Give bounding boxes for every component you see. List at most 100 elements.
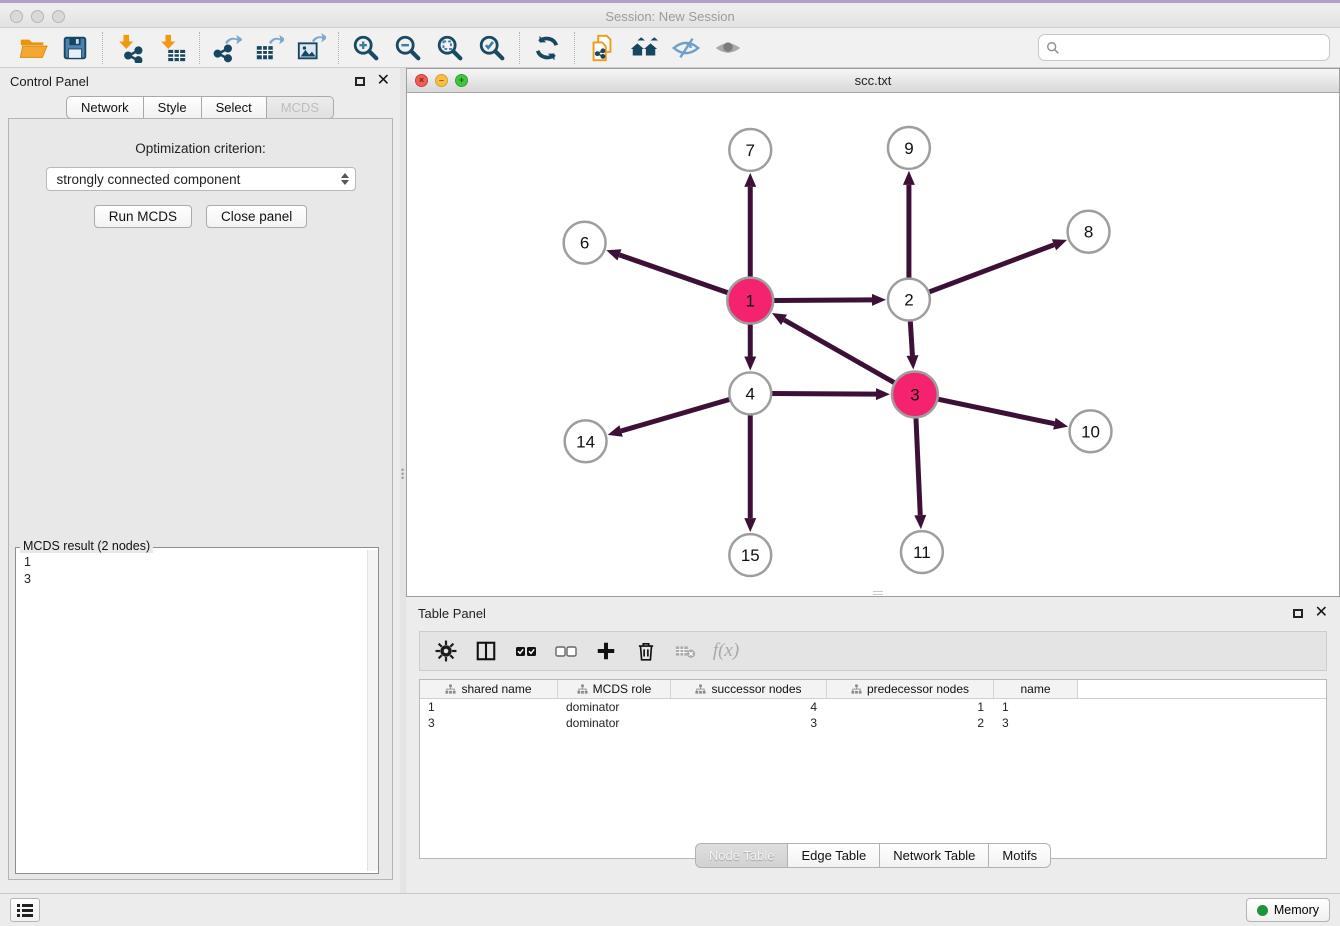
search-icon — [1046, 41, 1060, 55]
network-frame-title: scc.txt — [855, 73, 892, 88]
hide-selected-eye-icon[interactable] — [665, 30, 707, 66]
svg-text:3: 3 — [910, 385, 919, 404]
graph-node-3[interactable]: 3 — [892, 371, 938, 417]
toolbar-separator — [519, 32, 520, 64]
export-table-icon[interactable] — [248, 30, 290, 66]
tab-select[interactable]: Select — [202, 96, 267, 119]
svg-text:4: 4 — [746, 384, 755, 403]
column-header-successor-nodes[interactable]: successor nodes — [671, 680, 827, 698]
open-folder-icon[interactable] — [12, 30, 54, 66]
attribute-type-icon — [445, 684, 456, 695]
mcds-panel-body: Optimization criterion: strongly connect… — [8, 118, 393, 880]
optimization-criterion-dropdown[interactable]: strongly connected component — [46, 167, 356, 191]
tab-network-table[interactable]: Network Table — [880, 843, 989, 868]
settings-gear-icon[interactable] — [428, 635, 464, 667]
save-icon[interactable] — [54, 30, 96, 66]
mcds-result-item: 1 — [24, 554, 370, 571]
cell-successor-nodes[interactable]: 3 — [671, 715, 827, 731]
float-panel-icon[interactable] — [1293, 609, 1303, 618]
cell-predecessor-nodes[interactable]: 2 — [827, 715, 994, 731]
tab-edge-table[interactable]: Edge Table — [788, 843, 880, 868]
first-neighbors-icon[interactable] — [623, 30, 665, 66]
graph-node-2[interactable]: 2 — [888, 279, 930, 321]
delete-column-trash-icon[interactable] — [628, 635, 664, 667]
select-all-columns-icon[interactable] — [508, 635, 544, 667]
column-header-mcds-role[interactable]: MCDS role — [558, 680, 671, 698]
add-column-icon[interactable] — [588, 635, 624, 667]
frame-close-button[interactable]: × — [415, 74, 428, 87]
svg-text:9: 9 — [904, 139, 913, 158]
split-panel-icon[interactable] — [468, 635, 504, 667]
close-panel-button[interactable]: Close panel — [206, 205, 307, 228]
tab-style[interactable]: Style — [144, 96, 202, 119]
graph-node-9[interactable]: 9 — [888, 127, 930, 169]
column-header-predecessor-nodes[interactable]: predecessor nodes — [827, 680, 994, 698]
function-builder-icon[interactable]: f(x) — [708, 635, 744, 667]
column-header-shared-name[interactable]: shared name — [420, 680, 558, 698]
tab-node-table[interactable]: Node Table — [695, 843, 789, 868]
zoom-selected-icon[interactable] — [471, 30, 513, 66]
import-table-icon[interactable] — [151, 30, 193, 66]
copy-style-icon[interactable] — [581, 30, 623, 66]
cell-shared-name[interactable]: 3 — [420, 715, 558, 731]
column-header-filler — [1078, 680, 1326, 698]
table-row[interactable]: 3 dominator 3 2 3 — [420, 715, 1326, 731]
graph-node-6[interactable]: 6 — [564, 222, 606, 264]
table-row[interactable]: 1 dominator 4 1 1 — [420, 699, 1326, 715]
graph-node-10[interactable]: 10 — [1070, 410, 1112, 452]
graph-node-14[interactable]: 14 — [565, 420, 607, 462]
control-panel-tabs: Network Style Select MCDS — [0, 96, 400, 119]
table-panel: Table Panel ✕ — [406, 597, 1340, 906]
cell-successor-nodes[interactable]: 4 — [671, 699, 827, 715]
show-all-eye-icon[interactable] — [707, 30, 749, 66]
mcds-result-box: MCDS result (2 nodes) 1 3 — [15, 547, 379, 874]
frame-maximize-button[interactable]: + — [455, 74, 468, 87]
search-field[interactable] — [1038, 34, 1330, 61]
tab-mcds[interactable]: MCDS — [267, 96, 334, 119]
cell-name[interactable]: 3 — [994, 715, 1078, 731]
graph-node-11[interactable]: 11 — [901, 531, 943, 573]
graph-node-8[interactable]: 8 — [1068, 211, 1110, 253]
export-image-icon[interactable] — [290, 30, 332, 66]
result-scrollbar[interactable] — [367, 550, 378, 871]
import-network-icon[interactable] — [109, 30, 151, 66]
list-icon — [16, 903, 34, 917]
cell-predecessor-nodes[interactable]: 1 — [827, 699, 994, 715]
zoom-fit-icon[interactable] — [429, 30, 471, 66]
memory-button[interactable]: Memory — [1246, 898, 1330, 922]
cell-shared-name[interactable]: 1 — [420, 699, 558, 715]
delete-table-icon[interactable] — [668, 635, 704, 667]
svg-text:2: 2 — [904, 291, 913, 310]
frame-minimize-button[interactable]: – — [435, 74, 448, 87]
tab-network[interactable]: Network — [66, 96, 144, 119]
close-panel-icon[interactable]: ✕ — [1315, 605, 1328, 621]
search-input[interactable] — [1065, 35, 1329, 60]
network-canvas-svg[interactable]: 7 9 6 8 1 2 4 3 14 10 15 11 — [407, 93, 1339, 596]
run-mcds-button[interactable]: Run MCDS — [94, 205, 192, 228]
chevron-up-down-icon — [341, 173, 349, 185]
mcds-result-list[interactable]: 1 3 — [16, 548, 378, 873]
canvas-resize-grip[interactable] — [873, 591, 883, 595]
graph-node-4[interactable]: 4 — [729, 372, 771, 414]
float-panel-icon[interactable] — [355, 77, 365, 86]
graph-node-15[interactable]: 15 — [729, 534, 771, 576]
export-network-icon[interactable] — [206, 30, 248, 66]
svg-text:15: 15 — [741, 546, 760, 565]
toolbar-separator — [338, 32, 339, 64]
tab-motifs[interactable]: Motifs — [989, 843, 1051, 868]
apply-layout-icon[interactable] — [526, 30, 568, 66]
window-title: Session: New Session — [0, 9, 1340, 24]
unselect-all-columns-icon[interactable] — [548, 635, 584, 667]
close-panel-icon[interactable]: ✕ — [377, 73, 390, 89]
zoom-in-icon[interactable] — [345, 30, 387, 66]
network-canvas[interactable]: 7 9 6 8 1 2 4 3 14 10 15 11 — [407, 93, 1339, 596]
cell-name[interactable]: 1 — [994, 699, 1078, 715]
cell-mcds-role[interactable]: dominator — [558, 715, 671, 731]
graph-node-1[interactable]: 1 — [727, 278, 773, 324]
column-header-name[interactable]: name — [994, 680, 1078, 698]
zoom-out-icon[interactable] — [387, 30, 429, 66]
cell-mcds-role[interactable]: dominator — [558, 699, 671, 715]
task-history-button[interactable] — [10, 898, 40, 922]
graph-node-7[interactable]: 7 — [729, 129, 771, 171]
svg-text:1: 1 — [746, 292, 755, 311]
